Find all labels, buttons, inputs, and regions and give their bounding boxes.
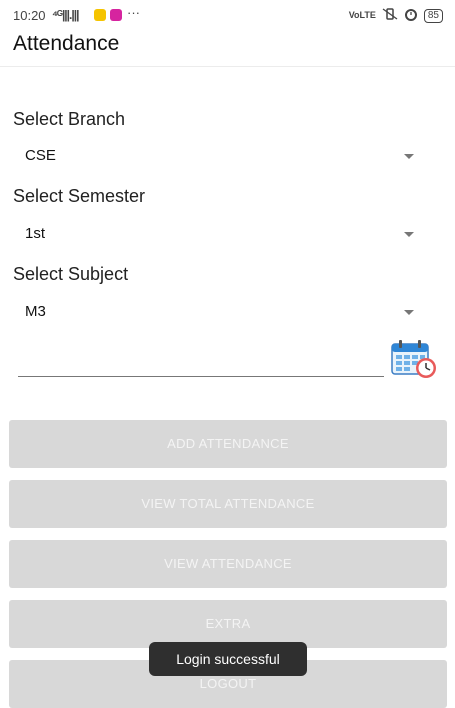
subject-spinner[interactable]: M3 bbox=[25, 299, 420, 327]
status-bar: 10:20 ⁴ᴳ|||.||| ··· VoLTE 85 bbox=[0, 0, 455, 30]
notification-app-icon bbox=[94, 9, 106, 21]
calendar-clock-icon[interactable] bbox=[390, 339, 438, 379]
alarm-icon bbox=[404, 7, 418, 24]
semester-spinner[interactable]: 1st bbox=[25, 221, 420, 249]
date-field[interactable] bbox=[18, 346, 384, 377]
branch-value: CSE bbox=[25, 147, 56, 164]
branch-spinner[interactable]: CSE bbox=[25, 143, 420, 171]
subject-label: Select Subject bbox=[13, 264, 129, 284]
semester-label: Select Semester bbox=[13, 186, 146, 206]
dropdown-arrow-icon bbox=[404, 310, 414, 315]
toast-message: Login successful bbox=[149, 642, 307, 676]
instagram-icon bbox=[110, 9, 122, 21]
battery-icon: 85 bbox=[423, 8, 443, 23]
page-title: Attendance bbox=[13, 32, 120, 55]
dropdown-arrow-icon bbox=[404, 232, 414, 237]
view-total-attendance-button[interactable]: VIEW TOTAL ATTENDANCE bbox=[9, 480, 447, 528]
subject-value: M3 bbox=[25, 303, 46, 320]
semester-value: 1st bbox=[25, 225, 46, 242]
branch-label: Select Branch bbox=[13, 109, 126, 129]
dropdown-arrow-icon bbox=[404, 154, 414, 159]
vibrate-off-icon bbox=[382, 8, 398, 23]
view-attendance-button[interactable]: VIEW ATTENDANCE bbox=[9, 540, 447, 588]
extra-button[interactable]: EXTRA bbox=[9, 600, 447, 648]
more-notifications-icon: ··· bbox=[127, 5, 140, 20]
app-bar: Attendance bbox=[0, 30, 455, 67]
volte-icon: VoLTE bbox=[348, 10, 376, 20]
status-time: 10:20 bbox=[13, 8, 46, 23]
signal-icon: ⁴ᴳ|||.||| bbox=[52, 8, 79, 22]
add-attendance-button[interactable]: ADD ATTENDANCE bbox=[9, 420, 447, 468]
status-right-icons: VoLTE 85 bbox=[349, 7, 443, 24]
